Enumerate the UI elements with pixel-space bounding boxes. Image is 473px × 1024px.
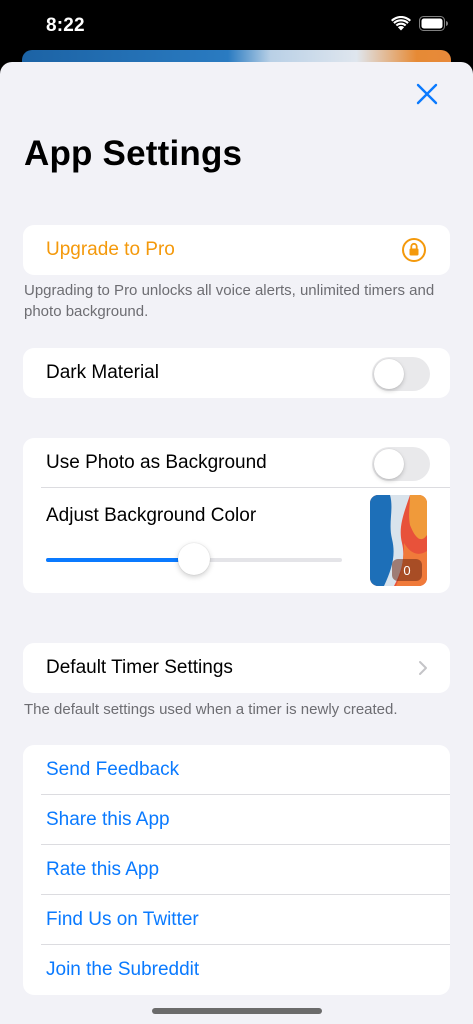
page-title: App Settings bbox=[24, 134, 243, 173]
lock-icon bbox=[402, 238, 426, 262]
dark-material-card: Dark Material bbox=[23, 348, 450, 398]
battery-icon bbox=[419, 16, 448, 31]
background-preview[interactable]: 0 bbox=[370, 495, 427, 586]
background-card: Use Photo as Background Adjust Backgroun… bbox=[23, 438, 450, 593]
default-timer-settings-row[interactable]: Default Timer Settings bbox=[23, 643, 450, 693]
wifi-icon bbox=[391, 16, 411, 31]
use-photo-toggle[interactable] bbox=[372, 447, 430, 481]
send-feedback-label: Send Feedback bbox=[46, 759, 180, 780]
close-icon bbox=[416, 83, 438, 105]
status-time: 8:22 bbox=[46, 15, 85, 36]
dark-material-toggle[interactable] bbox=[372, 357, 430, 391]
upgrade-to-pro-label: Upgrade to Pro bbox=[46, 239, 175, 260]
toggle-knob bbox=[374, 449, 404, 479]
upgrade-footnote: Upgrading to Pro unlocks all voice alert… bbox=[24, 282, 435, 320]
status-bar: 8:22 bbox=[0, 0, 473, 50]
upgrade-card: Upgrade to Pro bbox=[23, 225, 450, 275]
rate-app-label: Rate this App bbox=[46, 859, 160, 880]
twitter-label: Find Us on Twitter bbox=[46, 909, 199, 930]
rate-app-link[interactable]: Rate this App bbox=[23, 845, 450, 895]
adjust-background-label: Adjust Background Color bbox=[46, 505, 257, 526]
timer-footnote: The default settings used when a timer i… bbox=[24, 701, 398, 718]
status-icons bbox=[391, 16, 449, 31]
send-feedback-link[interactable]: Send Feedback bbox=[23, 745, 450, 795]
timer-settings-card: Default Timer Settings bbox=[23, 643, 450, 693]
slider-fill bbox=[46, 558, 194, 562]
toggle-knob bbox=[374, 359, 404, 389]
twitter-link[interactable]: Find Us on Twitter bbox=[23, 895, 450, 945]
upgrade-to-pro-row[interactable]: Upgrade to Pro bbox=[23, 225, 450, 275]
chevron-right-icon bbox=[419, 661, 427, 675]
background-preview-badge: 0 bbox=[392, 559, 422, 581]
home-indicator bbox=[152, 1008, 322, 1014]
share-app-label: Share this App bbox=[46, 809, 170, 830]
subreddit-label: Join the Subreddit bbox=[46, 959, 200, 980]
slider-thumb[interactable] bbox=[178, 543, 210, 575]
subreddit-link[interactable]: Join the Subreddit bbox=[23, 945, 450, 995]
dark-material-label: Dark Material bbox=[46, 362, 159, 383]
background-color-slider[interactable] bbox=[46, 543, 342, 575]
links-card: Send Feedback Share this App Rate this A… bbox=[23, 745, 450, 995]
use-photo-label: Use Photo as Background bbox=[46, 452, 267, 473]
close-button[interactable] bbox=[415, 82, 439, 106]
settings-sheet: App Settings Upgrade to Pro Upgrading to… bbox=[0, 62, 473, 1024]
use-photo-row: Use Photo as Background bbox=[23, 438, 450, 488]
dark-material-row: Dark Material bbox=[23, 348, 450, 398]
default-timer-settings-label: Default Timer Settings bbox=[46, 657, 233, 678]
share-app-link[interactable]: Share this App bbox=[23, 795, 450, 845]
